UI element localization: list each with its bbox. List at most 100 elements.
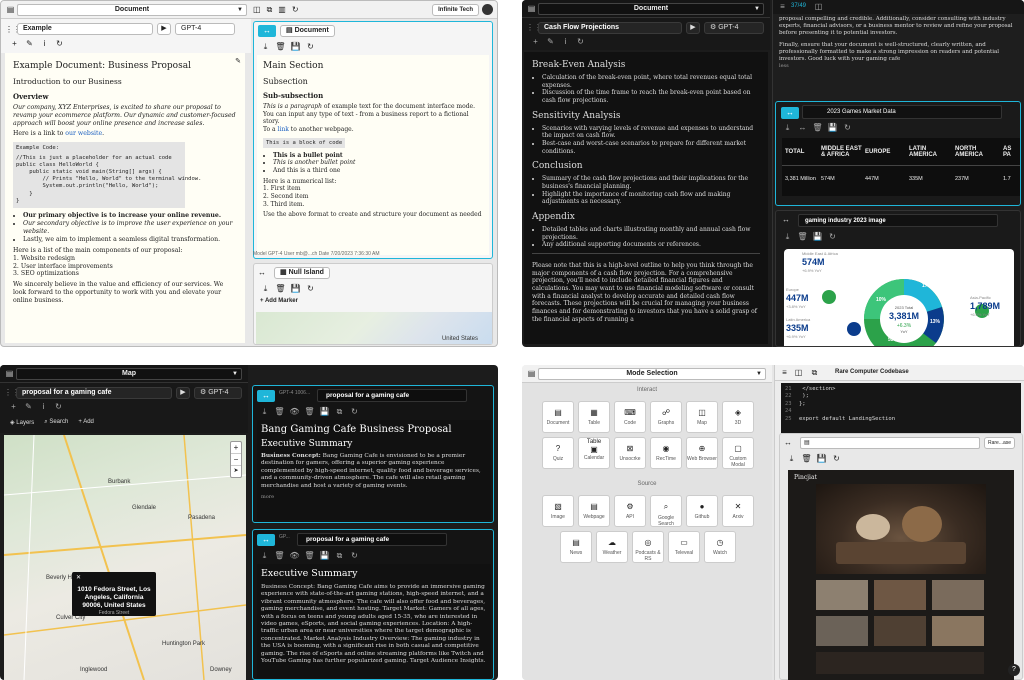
mode-tile-custom-modal[interactable]: ▢ Custom Modal bbox=[722, 437, 754, 469]
info-icon[interactable]: i bbox=[560, 37, 571, 47]
copy-icon[interactable]: ⧉ bbox=[809, 368, 820, 378]
drag-handle-icon[interactable]: ⋮⋮ bbox=[4, 388, 20, 398]
infographic-image[interactable]: Middle East & Africa 574M +6.9% YoY Euro… bbox=[784, 249, 1014, 346]
download-icon[interactable]: ⤓ bbox=[782, 232, 793, 242]
download-icon[interactable]: ⤓ bbox=[260, 42, 271, 52]
refresh-icon[interactable]: ↻ bbox=[827, 232, 838, 242]
save-icon[interactable]: 💾 bbox=[827, 123, 838, 133]
close-icon[interactable]: ✕ bbox=[76, 574, 81, 581]
mode-tile-3d[interactable]: ◈ 3D bbox=[722, 401, 754, 433]
download-icon[interactable]: ⤓ bbox=[786, 454, 797, 464]
refresh-icon[interactable]: ↻ bbox=[292, 5, 299, 15]
source-tile-weather[interactable]: ☁ Weather bbox=[596, 531, 628, 563]
mode-tile-rectime[interactable]: ◉ RecTime bbox=[650, 437, 682, 469]
app-menu-icon[interactable]: ▤ bbox=[5, 5, 16, 15]
mode-select[interactable]: Map ▼ bbox=[16, 368, 242, 380]
refresh-icon[interactable]: ↻ bbox=[53, 402, 64, 412]
delete-icon[interactable]: 🗑 bbox=[274, 407, 285, 417]
sidebar-icon[interactable]: ◫ bbox=[793, 368, 804, 378]
mode-tile-document[interactable]: ▤ Document bbox=[542, 401, 574, 433]
edit-icon[interactable]: ✎ bbox=[24, 39, 35, 49]
info-icon[interactable]: i bbox=[38, 402, 49, 412]
zoom-out-button[interactable]: − bbox=[231, 453, 241, 465]
delete-icon[interactable]: 🗑 bbox=[275, 284, 286, 294]
source-tile-api[interactable]: ⚙ API bbox=[614, 495, 646, 527]
plus-icon[interactable]: + bbox=[9, 39, 20, 49]
run-button[interactable]: ▶ bbox=[176, 387, 190, 399]
url-input[interactable]: ▤ bbox=[800, 437, 980, 449]
delete-icon[interactable]: 🗑 bbox=[275, 42, 286, 52]
add-marker-button[interactable]: + Add Marker bbox=[260, 298, 298, 304]
plus-icon[interactable]: + bbox=[530, 37, 541, 47]
sidebar-icon[interactable]: ◫ bbox=[813, 2, 824, 12]
zoom-in-button[interactable]: + bbox=[231, 442, 241, 453]
mode-tile-table[interactable]: ▦ Table bbox=[578, 401, 610, 433]
delete-icon[interactable]: 🗑 bbox=[801, 454, 812, 464]
mode-tile-web-browser[interactable]: ⊕ Web Browser bbox=[686, 437, 718, 469]
plus-icon[interactable]: + bbox=[8, 402, 19, 412]
model-select[interactable]: GPT-4 bbox=[175, 23, 235, 35]
delete-icon[interactable]: 🗑 bbox=[812, 123, 823, 133]
run-button[interactable]: ▶ bbox=[686, 22, 700, 34]
edit-icon[interactable]: ✎ bbox=[545, 37, 556, 47]
source-tile-webpage[interactable]: ▤ Webpage bbox=[578, 495, 610, 527]
expand-icon[interactable]: ↔ bbox=[258, 268, 266, 277]
save-icon[interactable]: 💾 bbox=[319, 407, 330, 417]
tab-document[interactable]: ▤ Document bbox=[280, 25, 335, 37]
cash-flow-document[interactable]: Break-Even Analysis Calculation of the b… bbox=[524, 52, 768, 344]
model-select[interactable]: ⚙ GPT-4 bbox=[194, 387, 242, 399]
code-editor[interactable]: 21 </section> 22 ); 23}; 24 25 export def… bbox=[781, 383, 1021, 433]
expand-icon[interactable]: ↔ bbox=[782, 215, 790, 224]
source-tile-watch[interactable]: ◷ Watch bbox=[704, 531, 736, 563]
map-tab[interactable]: ▦ Null Island bbox=[274, 267, 330, 279]
save-icon[interactable]: 💾 bbox=[290, 284, 301, 294]
expand-icon[interactable]: ↔ bbox=[797, 123, 808, 133]
delete-icon[interactable]: 🗑 bbox=[797, 232, 808, 242]
save-icon[interactable]: 💾 bbox=[816, 454, 827, 464]
add-button[interactable]: + Add bbox=[78, 419, 94, 426]
drag-handle-icon[interactable]: ⋮⋮ bbox=[526, 23, 542, 33]
copy-icon[interactable]: ⧉ bbox=[334, 407, 345, 417]
less-toggle[interactable]: less bbox=[779, 63, 789, 69]
drag-handle-icon[interactable]: ⋮⋮ bbox=[5, 25, 21, 35]
edit-pencil-icon[interactable]: ✎ bbox=[235, 57, 241, 65]
download-icon[interactable]: ⤓ bbox=[259, 407, 270, 417]
title-input[interactable]: Cash Flow Projections bbox=[538, 22, 682, 34]
webpage-link[interactable]: link bbox=[278, 126, 289, 133]
save-icon[interactable]: 💾 bbox=[319, 551, 330, 561]
refresh-icon[interactable]: ↻ bbox=[305, 284, 316, 294]
open-codebase-button[interactable]: Rare...ase bbox=[984, 437, 1016, 449]
delete-icon[interactable]: 🗑 bbox=[304, 551, 315, 561]
map-view[interactable]: United States bbox=[256, 312, 492, 344]
app-menu-icon[interactable]: ▤ bbox=[526, 369, 537, 379]
expand-icon[interactable]: ↔ bbox=[784, 438, 792, 447]
source-tile-image[interactable]: ▧ Image bbox=[542, 495, 574, 527]
copy-icon[interactable]: ⧉ bbox=[267, 5, 273, 15]
refresh-icon[interactable]: ↻ bbox=[349, 407, 360, 417]
source-tile-televeal[interactable]: ▭ Televeal bbox=[668, 531, 700, 563]
search-button[interactable]: ⌕ Search bbox=[44, 419, 68, 426]
mode-tile-code[interactable]: ⌨ Code bbox=[614, 401, 646, 433]
info-icon[interactable]: i bbox=[39, 39, 50, 49]
refresh-icon[interactable]: ↻ bbox=[842, 123, 853, 133]
mode-select[interactable]: Document ▼ bbox=[538, 3, 764, 15]
mode-tile-graphs[interactable]: ☍ Graphs bbox=[650, 401, 682, 433]
download-icon[interactable]: ⤓ bbox=[782, 123, 793, 133]
more-toggle[interactable]: more bbox=[261, 494, 487, 500]
split-icon[interactable]: ▥ bbox=[278, 5, 286, 15]
download-icon[interactable]: ⤓ bbox=[259, 551, 270, 561]
mode-tile-calendar[interactable]: Table ▣ Calendar bbox=[578, 437, 610, 469]
download-icon[interactable]: ⤓ bbox=[260, 284, 271, 294]
proposal-document-2[interactable]: Executive Summary Business Concept: Bang… bbox=[257, 564, 491, 678]
title-input[interactable]: Example bbox=[17, 23, 153, 35]
help-button[interactable]: ? bbox=[1008, 664, 1020, 676]
delete-icon[interactable]: 🗑 bbox=[304, 407, 315, 417]
infinite-tech-badge[interactable]: Infinite Tech bbox=[432, 4, 479, 16]
layers-button[interactable]: ◈ Layers bbox=[10, 419, 34, 426]
refresh-icon[interactable]: ↻ bbox=[54, 39, 65, 49]
copy-icon[interactable]: ⧉ bbox=[334, 551, 345, 561]
code-tab[interactable]: Rare Computer Codebase bbox=[835, 367, 909, 378]
right-document[interactable]: Main Section Subsection Sub-subsection T… bbox=[257, 55, 489, 255]
avatar[interactable] bbox=[482, 4, 493, 15]
search-input[interactable]: proposal for a gaming cafe bbox=[16, 387, 172, 399]
